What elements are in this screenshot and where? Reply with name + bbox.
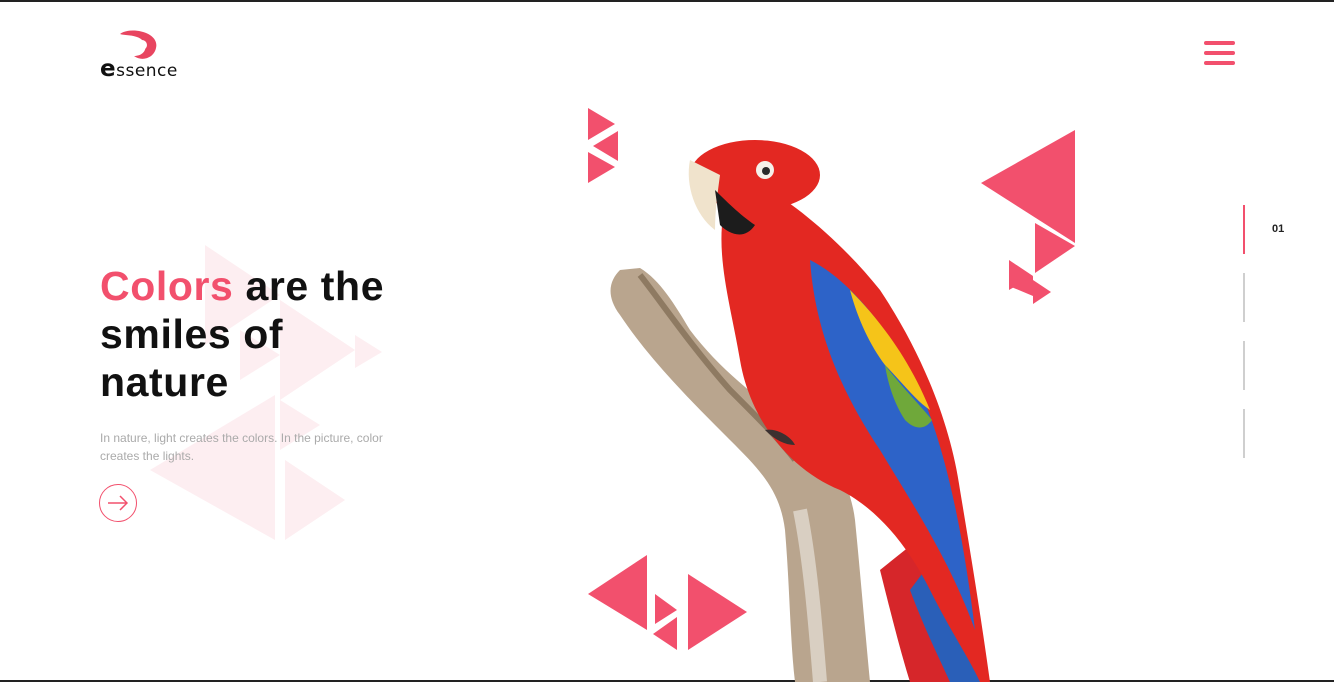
pager-bar-1[interactable]	[1243, 205, 1245, 254]
hero-title-line3: nature	[100, 359, 229, 405]
pager-bar-4[interactable]	[1243, 409, 1245, 458]
arrow-right-icon	[108, 495, 129, 511]
menu-button[interactable]	[1204, 41, 1235, 65]
brand-logo[interactable]: essence	[98, 28, 188, 82]
hero-title-line1: are the	[245, 263, 385, 309]
next-arrow-button[interactable]	[99, 484, 137, 522]
hero-title: Colors are the smiles of nature	[100, 262, 440, 406]
hamburger-icon-line-3	[1204, 61, 1235, 65]
pager-bar-3[interactable]	[1243, 341, 1245, 390]
hamburger-icon-line-1	[1204, 41, 1235, 45]
hero-subtitle: In nature, light creates the colors. In …	[100, 431, 383, 463]
hamburger-icon-line-2	[1204, 51, 1235, 55]
brand-wordmark: essence	[100, 56, 178, 82]
pager-current-number: 01	[1272, 223, 1285, 235]
hero-title-accent: Colors	[100, 263, 234, 309]
parrot-illustration	[610, 140, 990, 682]
pager-bar-2[interactable]	[1243, 273, 1245, 322]
hero-title-line2: smiles of	[100, 311, 284, 357]
